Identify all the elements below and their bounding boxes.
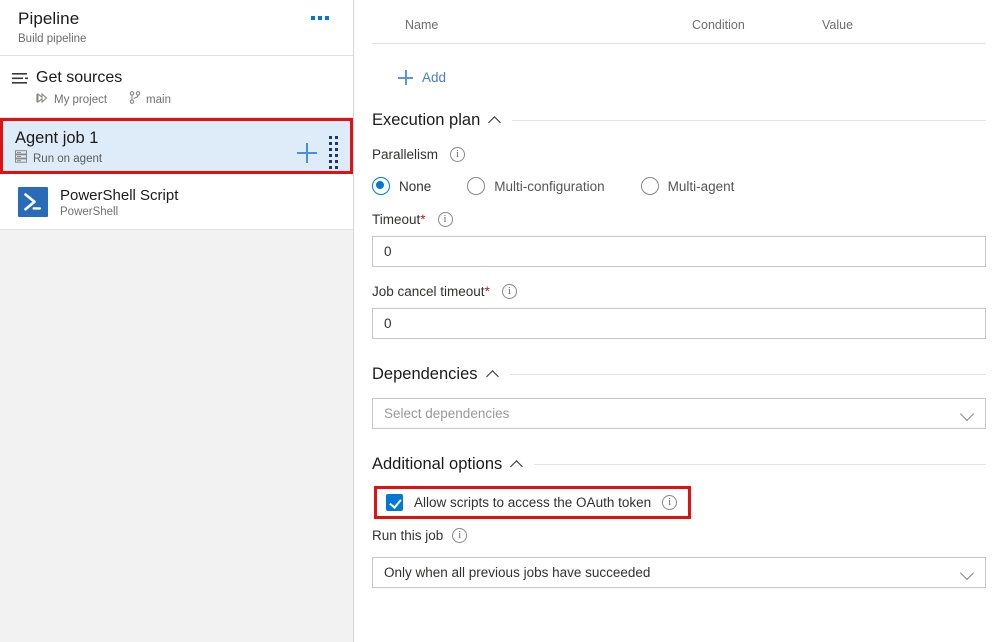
- radio-label: Multi-configuration: [494, 179, 604, 194]
- get-sources-meta: My project main: [36, 91, 171, 109]
- powershell-icon: [18, 187, 48, 217]
- dependencies-select[interactable]: Select dependencies: [372, 398, 986, 429]
- execution-plan-title: Execution plan: [372, 111, 480, 130]
- pipeline-header: Pipeline Build pipeline: [0, 0, 353, 56]
- ellipsis-dot: [325, 16, 329, 20]
- dependencies-title: Dependencies: [372, 365, 478, 384]
- agent-job-meta: Run on agent: [15, 150, 297, 168]
- branch-chunk: main: [129, 91, 171, 109]
- table-divider: [372, 43, 986, 44]
- info-icon[interactable]: i: [450, 147, 465, 162]
- info-icon[interactable]: i: [452, 528, 467, 543]
- section-divider: [512, 120, 986, 121]
- oauth-checkbox-label: Allow scripts to access the OAuth token: [414, 495, 651, 510]
- get-sources-body: Get sources My project: [34, 68, 171, 109]
- info-icon[interactable]: i: [502, 284, 517, 299]
- radio-option-multi-configuration[interactable]: Multi-configuration: [467, 177, 604, 195]
- ellipsis-dot: [318, 16, 322, 20]
- ellipsis-dot: [311, 16, 315, 20]
- pipeline-editor: Pipeline Build pipeline Get sources: [0, 0, 1004, 642]
- column-header-condition: Condition: [692, 18, 822, 32]
- run-this-job-value: Only when all previous jobs have succeed…: [384, 565, 650, 580]
- parallelism-label-row: Parallelism i: [372, 147, 986, 162]
- agent-job-title: Agent job 1: [15, 127, 297, 149]
- timeout-label: Timeout*: [372, 212, 426, 227]
- radio-indicator[interactable]: [372, 177, 390, 195]
- additional-options-section-header[interactable]: Additional options: [372, 455, 986, 474]
- section-divider: [534, 464, 986, 465]
- repository-name: My project: [54, 94, 107, 106]
- task-subtitle: PowerShell: [60, 206, 178, 218]
- drag-handle-icon[interactable]: [329, 136, 338, 169]
- repository-icon: [36, 91, 49, 109]
- additional-options-title: Additional options: [372, 455, 502, 474]
- timeout-input[interactable]: [372, 236, 986, 267]
- get-sources-icon: [12, 68, 34, 91]
- section-divider: [510, 374, 987, 375]
- required-marker: *: [485, 284, 490, 299]
- task-title: PowerShell Script: [60, 186, 178, 205]
- dependencies-placeholder: Select dependencies: [384, 406, 509, 421]
- variables-table-header: Name Condition Value: [372, 18, 986, 43]
- column-header-value: Value: [822, 18, 986, 32]
- plus-icon: [398, 70, 413, 85]
- oauth-checkbox-row[interactable]: Allow scripts to access the OAuth token …: [374, 486, 691, 519]
- radio-label: None: [399, 179, 431, 194]
- add-button-label: Add: [422, 70, 446, 85]
- chevron-up-icon[interactable]: [489, 115, 500, 126]
- repository-chunk: My project: [36, 91, 107, 109]
- oauth-checkbox[interactable]: [386, 494, 403, 511]
- branch-icon: [129, 91, 141, 109]
- agent-job-subtitle: Run on agent: [33, 153, 102, 165]
- parallelism-radio-group: None Multi-configuration Multi-agent: [372, 177, 986, 195]
- radio-indicator[interactable]: [641, 177, 659, 195]
- server-icon: [15, 150, 27, 168]
- pipeline-tasks-panel: Pipeline Build pipeline Get sources: [0, 0, 354, 642]
- chevron-up-icon[interactable]: [487, 369, 498, 380]
- radio-option-multi-agent[interactable]: Multi-agent: [641, 177, 735, 195]
- job-cancel-timeout-input[interactable]: [372, 308, 986, 339]
- dependencies-section-header[interactable]: Dependencies: [372, 365, 986, 384]
- radio-label: Multi-agent: [668, 179, 735, 194]
- chevron-up-icon[interactable]: [511, 459, 522, 470]
- execution-plan-section-header[interactable]: Execution plan: [372, 111, 986, 130]
- get-sources-item[interactable]: Get sources My project: [0, 56, 353, 118]
- parallelism-label: Parallelism: [372, 147, 438, 162]
- run-this-job-select[interactable]: Only when all previous jobs have succeed…: [372, 557, 986, 588]
- branch-name: main: [146, 94, 171, 106]
- run-this-job-label-row: Run this job i: [372, 528, 986, 543]
- required-marker: *: [420, 212, 425, 227]
- agent-job-body: Agent job 1 Run on agent: [15, 127, 297, 168]
- page-title: Pipeline: [18, 8, 339, 30]
- task-item-powershell[interactable]: PowerShell Script PowerShell: [0, 174, 353, 230]
- get-sources-title: Get sources: [36, 68, 171, 88]
- job-cancel-timeout-label-row: Job cancel timeout* i: [372, 284, 986, 299]
- radio-option-none[interactable]: None: [372, 177, 431, 195]
- radio-indicator[interactable]: [467, 177, 485, 195]
- add-variable-button[interactable]: Add: [372, 44, 446, 85]
- timeout-label-row: Timeout* i: [372, 212, 986, 227]
- chevron-down-icon[interactable]: [961, 567, 973, 579]
- run-this-job-label: Run this job: [372, 528, 443, 543]
- job-cancel-timeout-label: Job cancel timeout*: [372, 284, 490, 299]
- task-item-body: PowerShell Script PowerShell: [48, 186, 178, 218]
- page-subtitle: Build pipeline: [18, 31, 339, 47]
- agent-job-item[interactable]: Agent job 1 Run on agent: [0, 118, 353, 174]
- variables-table: Name Condition Value: [372, 0, 986, 44]
- add-task-icon[interactable]: [297, 143, 317, 163]
- more-options-icon[interactable]: [311, 16, 329, 20]
- chevron-down-icon[interactable]: [961, 408, 973, 420]
- agent-job-actions: [297, 127, 350, 169]
- column-header-name: Name: [372, 18, 692, 32]
- job-settings-panel: Name Condition Value Add Execution plan …: [354, 0, 1004, 642]
- info-icon[interactable]: i: [438, 212, 453, 227]
- info-icon[interactable]: i: [662, 495, 677, 510]
